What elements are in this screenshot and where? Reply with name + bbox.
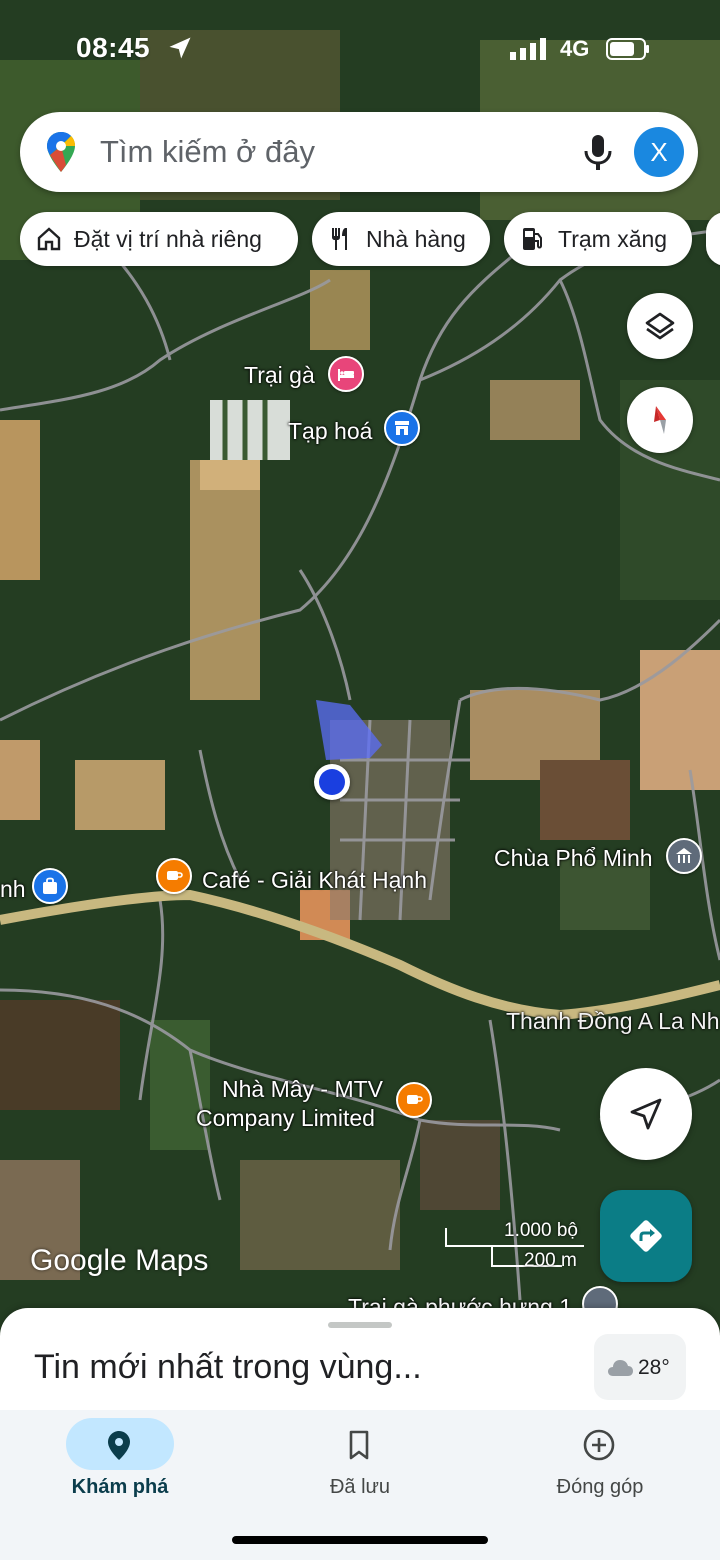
chip-label: Nhà hàng <box>366 226 466 252</box>
status-time: 08:45 <box>76 32 151 63</box>
place-label-factory-2[interactable]: Company Limited <box>196 1105 375 1132</box>
factory-cafe-marker[interactable] <box>396 1082 432 1118</box>
place-label-factory-1[interactable]: Nhà Mây - MTV <box>222 1076 383 1103</box>
place-label-chua[interactable]: Chùa Phổ Minh <box>494 845 653 872</box>
compass-button[interactable] <box>627 387 693 453</box>
gas-station-icon <box>523 228 542 250</box>
road-label: Thanh Đồng A La Nh <box>506 1008 720 1034</box>
current-location-dot[interactable] <box>314 764 350 800</box>
place-label-tap-hoa[interactable]: Tạp hoá <box>288 418 372 445</box>
compass-icon <box>654 406 666 434</box>
temple-icon <box>676 848 692 863</box>
add-circle-icon <box>583 1429 615 1461</box>
weather-chip[interactable]: 28° <box>594 1334 686 1400</box>
google-maps-logo: Google Maps <box>30 1244 209 1277</box>
signal-bars-icon <box>510 38 546 60</box>
worship-marker[interactable] <box>666 838 702 874</box>
store-icon <box>395 421 409 435</box>
navigation-arrow-icon <box>630 1098 662 1130</box>
microphone-icon[interactable] <box>580 132 616 172</box>
restaurant-icon <box>332 228 347 250</box>
nav-contribute[interactable]: Đóng góp <box>500 1410 700 1520</box>
status-bar: 08:45 4G <box>0 26 720 76</box>
shopping-marker[interactable] <box>32 868 68 904</box>
cloud-icon <box>608 1360 633 1376</box>
nav-icon-wrap <box>306 1418 414 1470</box>
temperature: 28° <box>638 1356 670 1379</box>
chip-gas-stations[interactable]: Trạm xăng <box>504 212 692 266</box>
home-icon <box>37 227 61 251</box>
place-label-left-edge[interactable]: nh <box>0 876 26 903</box>
google-maps-pin-icon <box>47 132 75 172</box>
layers-icon <box>645 312 675 340</box>
map-scale: 1.000 bộ 200 m <box>444 1218 584 1274</box>
nav-explore[interactable]: Khám phá <box>20 1410 220 1520</box>
account-avatar[interactable]: X <box>634 127 684 177</box>
nav-label: Đã lưu <box>329 1476 391 1498</box>
chip-restaurants[interactable]: Nhà hàng <box>312 212 490 266</box>
nav-saved[interactable]: Đã lưu <box>260 1410 460 1520</box>
search-bar[interactable]: Tìm kiếm ở đây X <box>20 112 698 192</box>
layers-button[interactable] <box>627 293 693 359</box>
home-indicator[interactable] <box>232 1536 488 1544</box>
shopping-bag-icon <box>43 877 57 894</box>
nav-icon-wrap <box>546 1418 654 1470</box>
directions-button[interactable] <box>600 1190 692 1282</box>
sheet-title[interactable]: Tin mới nhất trong vùng... <box>34 1348 422 1387</box>
cafe-marker[interactable] <box>156 858 192 894</box>
bed-icon <box>338 369 354 381</box>
nav-label: Khám phá <box>71 1476 169 1498</box>
chip-label: Đặt vị trí nhà riêng <box>74 226 262 252</box>
place-label-cafe[interactable]: Café - Giải Khát Hạnh <box>202 867 427 894</box>
battery-icon <box>606 38 649 60</box>
explore-pin-icon <box>108 1431 130 1460</box>
my-location-button[interactable] <box>600 1068 692 1160</box>
sheet-drag-handle[interactable] <box>328 1322 392 1328</box>
nav-label: Đóng góp <box>556 1476 644 1498</box>
search-placeholder[interactable]: Tìm kiếm ở đây <box>100 134 315 170</box>
bookmark-icon <box>349 1430 369 1460</box>
coffee-cup-icon <box>407 1095 423 1104</box>
chip-label: Trạm xăng <box>558 226 668 252</box>
place-label-trai-ga[interactable]: Trại gà <box>244 362 315 389</box>
chip-set-home[interactable]: Đặt vị trí nhà riêng <box>20 212 298 266</box>
lodging-marker[interactable] <box>328 356 364 392</box>
directions-icon <box>630 1220 662 1252</box>
nav-active-indicator <box>66 1418 174 1470</box>
network-type: 4G <box>560 36 590 61</box>
scale-metric: 200 m <box>524 1250 577 1271</box>
location-arrow-icon <box>169 37 191 59</box>
coffee-cup-icon <box>167 871 183 880</box>
scale-imperial: 1.000 bộ <box>504 1220 578 1241</box>
shop-marker[interactable] <box>384 410 420 446</box>
